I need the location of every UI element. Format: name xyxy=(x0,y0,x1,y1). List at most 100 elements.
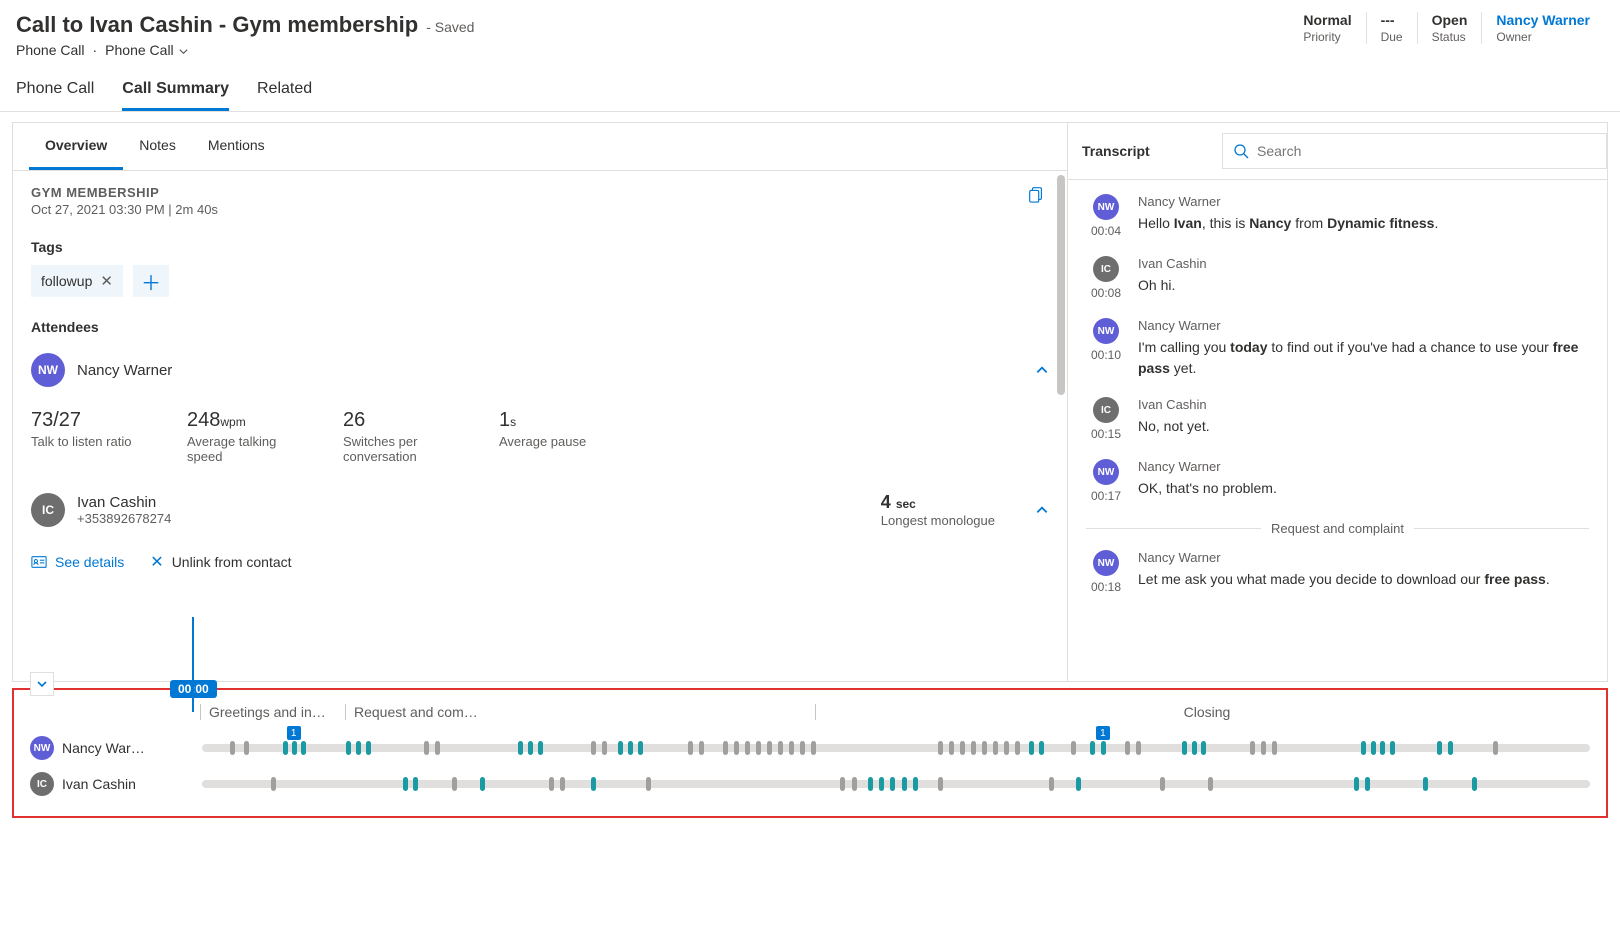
timeline-tick[interactable] xyxy=(1029,741,1034,755)
timeline-tick[interactable] xyxy=(1261,741,1266,755)
timeline-tick[interactable] xyxy=(549,777,554,791)
timeline-tick[interactable] xyxy=(971,741,976,755)
timeline-tick[interactable] xyxy=(452,777,457,791)
timeline-tick[interactable] xyxy=(993,741,998,755)
timeline-tick[interactable] xyxy=(800,741,805,755)
timeline-tick[interactable] xyxy=(283,741,288,755)
timeline-tick[interactable] xyxy=(1437,741,1442,755)
timeline-tick[interactable] xyxy=(723,741,728,755)
timeline-tick[interactable] xyxy=(518,741,523,755)
add-tag-button[interactable]: ＋ xyxy=(133,265,169,297)
timeline-tick[interactable] xyxy=(435,741,440,755)
timeline-tick[interactable] xyxy=(346,741,351,755)
timeline-track-nancy[interactable]: 11 xyxy=(202,744,1590,752)
timeline-tick[interactable] xyxy=(949,741,954,755)
timeline-tick[interactable] xyxy=(811,741,816,755)
timeline-tick[interactable] xyxy=(301,741,306,755)
tag-followup[interactable]: followup ✕ xyxy=(31,265,123,297)
timeline-tick[interactable] xyxy=(1423,777,1428,791)
see-details-link[interactable]: See details xyxy=(31,554,124,570)
timeline-tick[interactable] xyxy=(1049,777,1054,791)
timeline-tick[interactable] xyxy=(1448,741,1453,755)
timeline-tick[interactable] xyxy=(528,741,533,755)
timeline-tick[interactable] xyxy=(538,741,543,755)
tab-phone-call[interactable]: Phone Call xyxy=(16,70,94,111)
collapse-attendee-button-2[interactable] xyxy=(1035,503,1049,517)
timeline-tick[interactable] xyxy=(745,741,750,755)
transcript-entry[interactable]: NW00:10Nancy WarnerI'm calling you today… xyxy=(1086,318,1589,379)
timeline-tick[interactable] xyxy=(938,777,943,791)
timeline-tick[interactable] xyxy=(628,741,633,755)
segment-greetings[interactable]: Greetings and in… xyxy=(200,704,345,720)
timeline-tick[interactable] xyxy=(591,741,596,755)
timeline-tick[interactable] xyxy=(602,741,607,755)
timeline-tick[interactable] xyxy=(1192,741,1197,755)
timeline-tick[interactable] xyxy=(480,777,485,791)
tab-related[interactable]: Related xyxy=(257,70,312,111)
transcript-entry[interactable]: IC00:15Ivan CashinNo, not yet. xyxy=(1086,397,1589,441)
timeline-tick[interactable] xyxy=(982,741,987,755)
due-field[interactable]: --- Due xyxy=(1366,12,1417,44)
timeline-tick[interactable] xyxy=(902,777,907,791)
timeline-expand-button[interactable] xyxy=(30,672,54,696)
timeline-tick[interactable] xyxy=(913,777,918,791)
timeline-tick[interactable] xyxy=(868,777,873,791)
transcript-entry[interactable]: NW00:04Nancy WarnerHello Ivan, this is N… xyxy=(1086,194,1589,238)
timeline-tick[interactable] xyxy=(1076,777,1081,791)
tab-call-summary[interactable]: Call Summary xyxy=(122,70,229,111)
priority-field[interactable]: Normal Priority xyxy=(1289,12,1365,44)
timeline-tick[interactable] xyxy=(591,777,596,791)
timeline-tick[interactable] xyxy=(403,777,408,791)
timeline-tick[interactable] xyxy=(1090,741,1095,755)
channel-dropdown[interactable]: Phone Call xyxy=(105,42,188,58)
unlink-contact-link[interactable]: ✕ Unlink from contact xyxy=(150,552,291,572)
collapse-attendee-button[interactable] xyxy=(1035,363,1049,377)
timeline-tick[interactable] xyxy=(1039,741,1044,755)
timeline-tick[interactable] xyxy=(960,741,965,755)
timeline-tick[interactable] xyxy=(560,777,565,791)
timeline-tick[interactable] xyxy=(1101,741,1106,755)
scrollbar-thumb[interactable] xyxy=(1057,175,1065,395)
subtab-overview[interactable]: Overview xyxy=(29,123,123,170)
timeline-tick[interactable] xyxy=(424,741,429,755)
timeline-tick[interactable] xyxy=(1182,741,1187,755)
timeline-tick[interactable] xyxy=(734,741,739,755)
timeline-badge[interactable]: 1 xyxy=(287,726,301,740)
timeline-tick[interactable] xyxy=(244,741,249,755)
timeline-tick[interactable] xyxy=(778,741,783,755)
timeline-tick[interactable] xyxy=(356,741,361,755)
subtab-notes[interactable]: Notes xyxy=(123,123,192,170)
timeline-tick[interactable] xyxy=(840,777,845,791)
timeline-tick[interactable] xyxy=(767,741,772,755)
timeline-tick[interactable] xyxy=(879,777,884,791)
timeline-tick[interactable] xyxy=(1472,777,1477,791)
timeline-tick[interactable] xyxy=(1125,741,1130,755)
transcript-entry[interactable]: NW00:18Nancy WarnerLet me ask you what m… xyxy=(1086,550,1589,594)
timeline-tick[interactable] xyxy=(852,777,857,791)
timeline-badge[interactable]: 1 xyxy=(1096,726,1110,740)
timeline-tick[interactable] xyxy=(1208,777,1213,791)
timeline-tick[interactable] xyxy=(1380,741,1385,755)
timeline-tick[interactable] xyxy=(1015,741,1020,755)
timeline-tick[interactable] xyxy=(1272,741,1277,755)
timeline-tick[interactable] xyxy=(699,741,704,755)
timeline-tick[interactable] xyxy=(271,777,276,791)
subtab-mentions[interactable]: Mentions xyxy=(192,123,281,170)
copy-icon[interactable] xyxy=(1027,185,1045,203)
timeline-tick[interactable] xyxy=(366,741,371,755)
transcript-entry[interactable]: IC00:08Ivan CashinOh hi. xyxy=(1086,256,1589,300)
timeline-tick[interactable] xyxy=(1365,777,1370,791)
timeline-tick[interactable] xyxy=(1250,741,1255,755)
timeline-tick[interactable] xyxy=(413,777,418,791)
remove-tag-icon[interactable]: ✕ xyxy=(100,272,113,290)
timeline-tick[interactable] xyxy=(1136,741,1141,755)
timeline-tick[interactable] xyxy=(789,741,794,755)
timeline-tick[interactable] xyxy=(688,741,693,755)
timeline-tick[interactable] xyxy=(756,741,761,755)
timeline-tick[interactable] xyxy=(1390,741,1395,755)
timeline-tick[interactable] xyxy=(638,741,643,755)
timeline-tick[interactable] xyxy=(646,777,651,791)
timeline-tick[interactable] xyxy=(1160,777,1165,791)
transcript-search[interactable] xyxy=(1222,133,1607,169)
segment-request[interactable]: Request and com… xyxy=(345,704,815,720)
